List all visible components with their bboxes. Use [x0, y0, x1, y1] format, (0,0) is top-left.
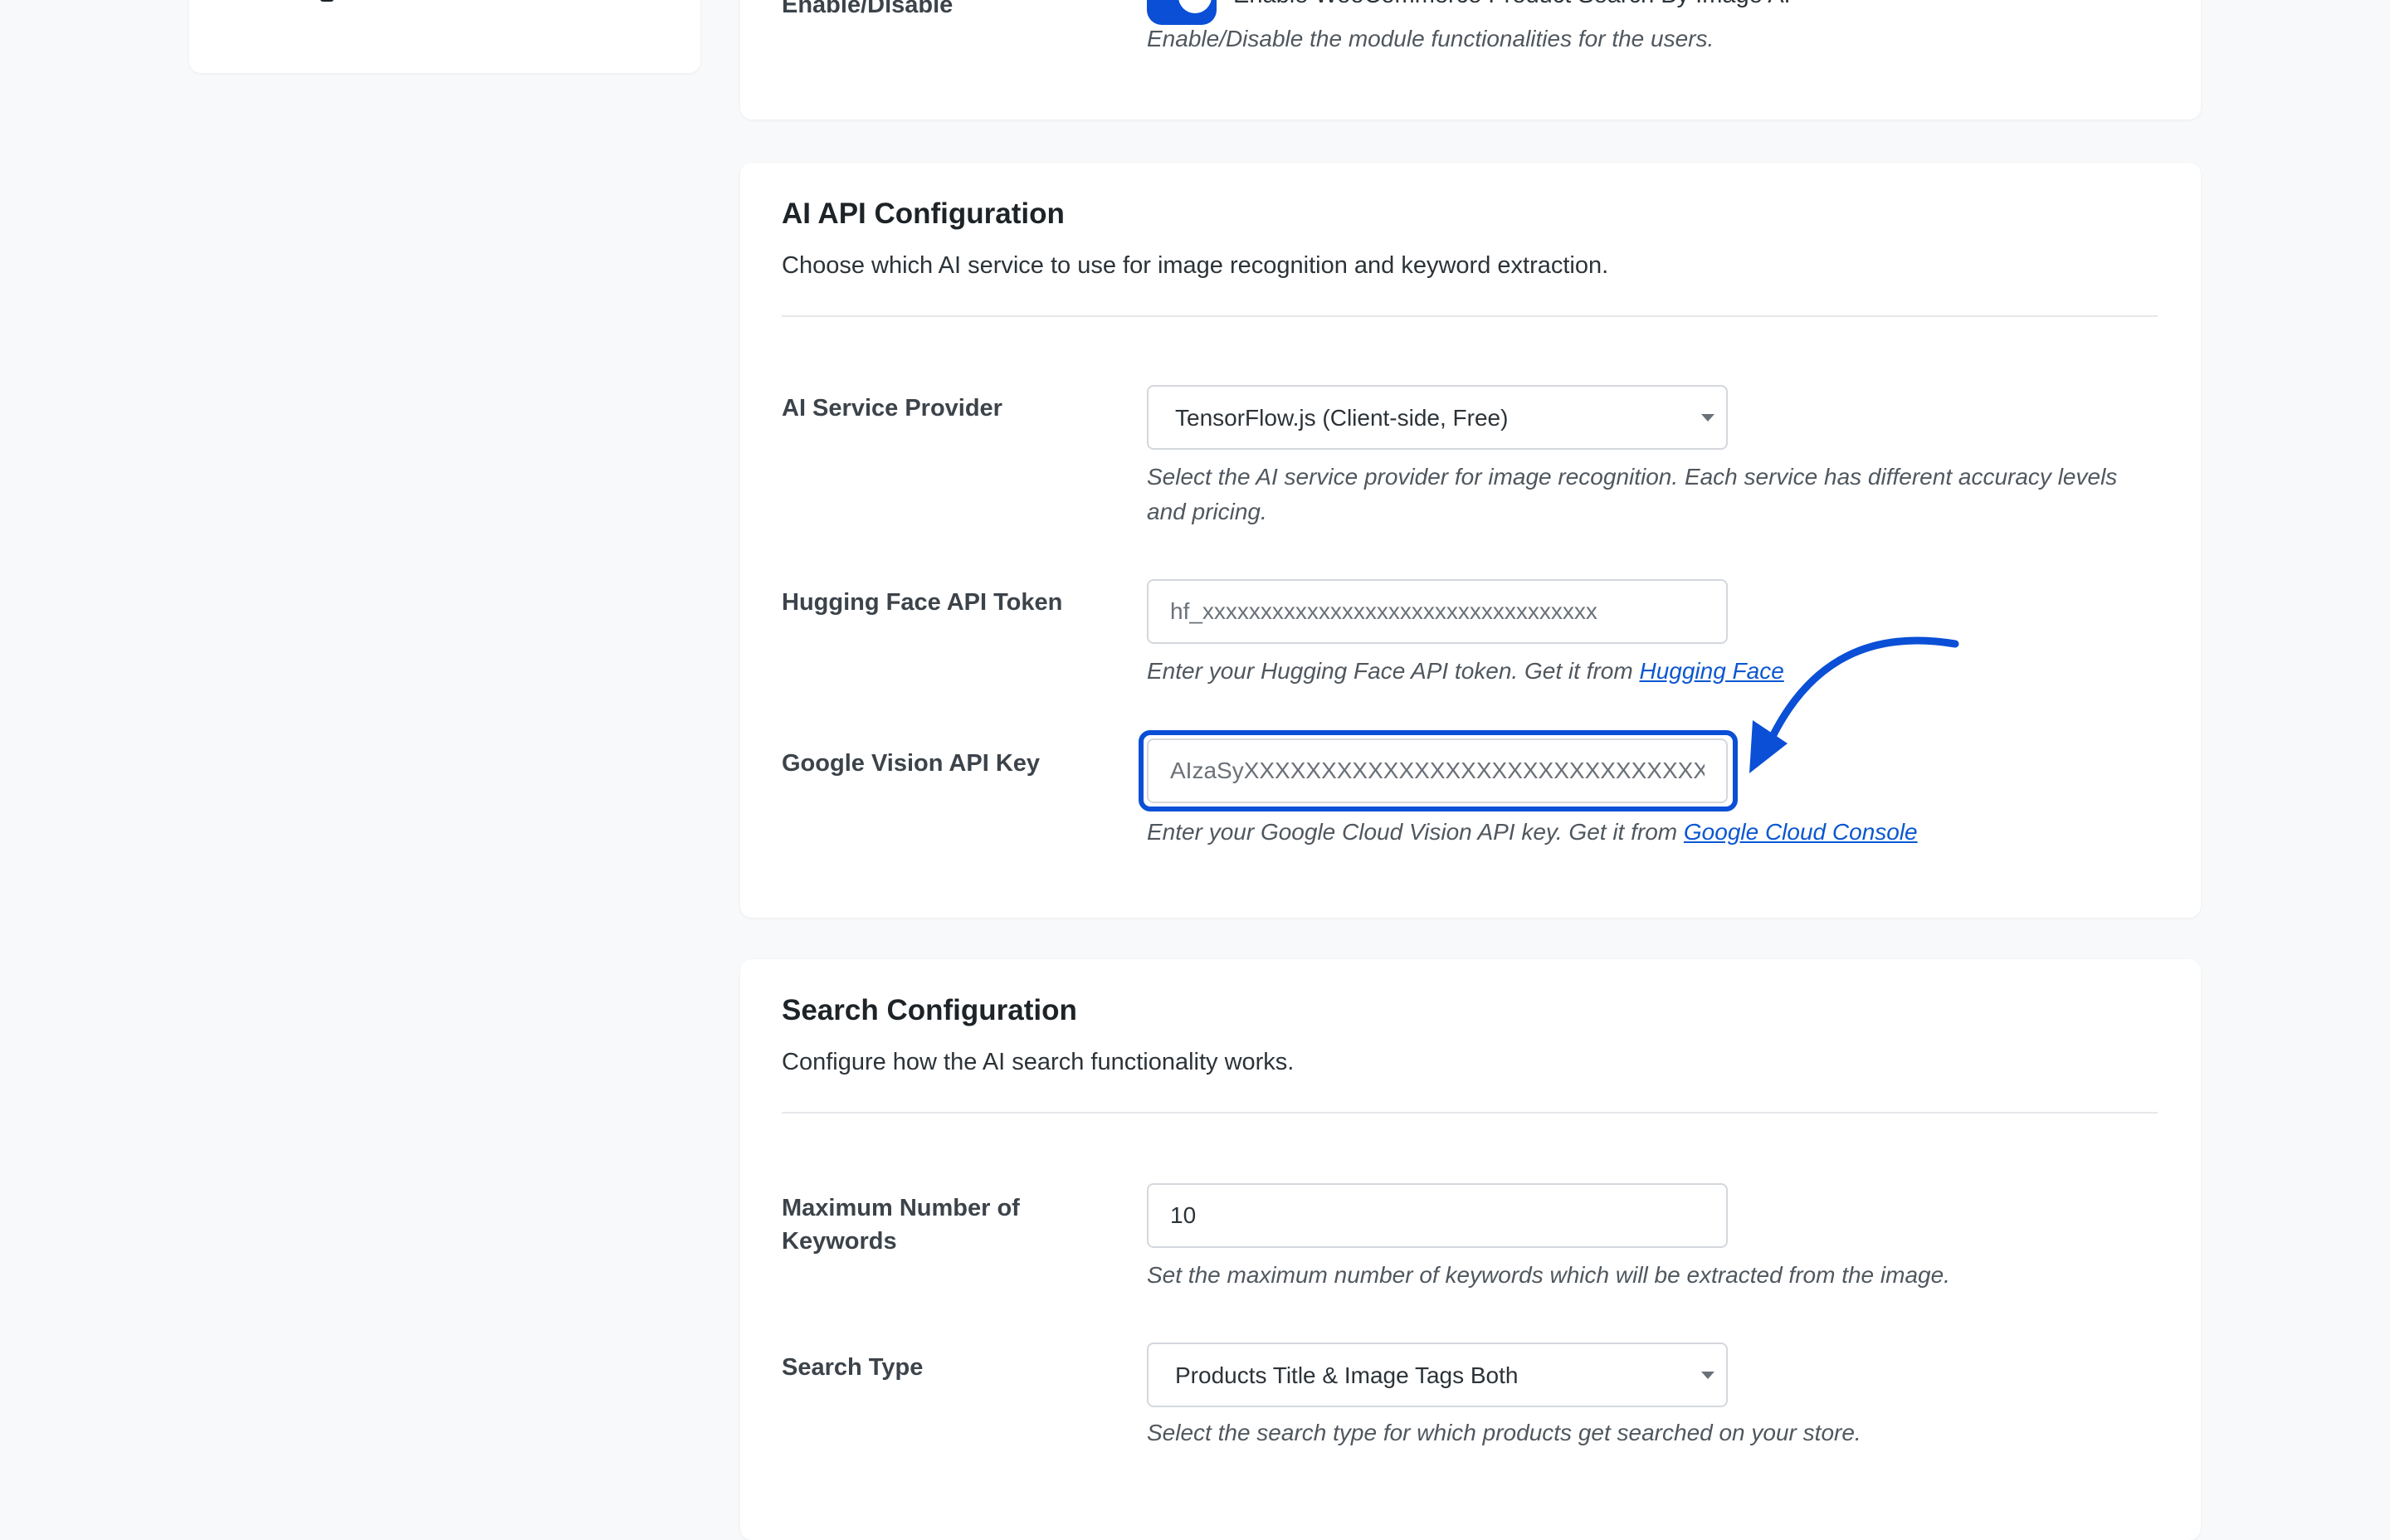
max-keywords-label: Maximum Number of Keywords — [782, 1195, 1020, 1255]
search-config-title: Search Configuration — [782, 994, 1077, 1026]
google-key-label: Google Vision API Key — [782, 750, 1041, 777]
search-config-divider — [782, 1112, 2158, 1114]
chevron-down-icon — [1701, 1372, 1714, 1379]
toggle-knob — [1178, 0, 1212, 13]
search-type-label: Search Type — [782, 1354, 924, 1381]
max-keywords-input[interactable] — [1147, 1183, 1728, 1248]
curved-arrow-icon — [1749, 636, 1959, 773]
search-type-help: Select the search type for which product… — [1147, 1420, 1861, 1445]
ai-config-title: AI API Configuration — [782, 197, 1065, 230]
hf-token-help-text: Enter your Hugging Face API token. Get i… — [1147, 658, 1640, 684]
google-cloud-console-link[interactable]: Google Cloud Console — [1684, 819, 1918, 845]
search-configuration-card: Search Configuration Configure how the A… — [740, 959, 2201, 1540]
ai-config-description: Choose which AI service to use for image… — [782, 252, 1609, 279]
ai-provider-select[interactable]: TensorFlow.js (Client-side, Free) — [1147, 385, 1728, 450]
hf-token-help: Enter your Hugging Face API token. Get i… — [1147, 654, 2126, 689]
general-settings-card: Enable/Disable Enable WooCommerce Produc… — [740, 0, 2201, 119]
google-key-help-text: Enter your Google Cloud Vision API key. … — [1147, 819, 1684, 845]
google-key-input[interactable] — [1147, 738, 1728, 803]
max-keywords-help: Set the maximum number of keywords which… — [1147, 1262, 1950, 1288]
module-toggle-label: Enable WooCommerce Product Search By Ima… — [1233, 0, 1791, 9]
ai-provider-label: AI Service Provider — [782, 395, 1002, 422]
sidebar-item-fragment[interactable] — [247, 0, 413, 2]
ai-api-configuration-card: AI API Configuration Choose which AI ser… — [740, 163, 2201, 918]
sidebar-item-icon — [320, 0, 334, 2]
ai-provider-help: Select the AI service provider for image… — [1147, 464, 2118, 524]
module-toggle-help: Enable/Disable the module functionalitie… — [1147, 26, 1714, 51]
google-key-help: Enter your Google Cloud Vision API key. … — [1147, 815, 2126, 850]
chevron-down-icon — [1701, 414, 1714, 422]
sidebar-card — [189, 0, 700, 73]
search-type-select[interactable]: Products Title & Image Tags Both — [1147, 1343, 1728, 1407]
hf-token-input[interactable] — [1147, 579, 1728, 644]
enable-disable-label: Enable/Disable — [782, 0, 954, 18]
hf-token-label: Hugging Face API Token — [782, 589, 1063, 616]
search-config-description: Configure how the AI search functionalit… — [782, 1049, 1295, 1075]
ai-config-divider — [782, 315, 2158, 317]
